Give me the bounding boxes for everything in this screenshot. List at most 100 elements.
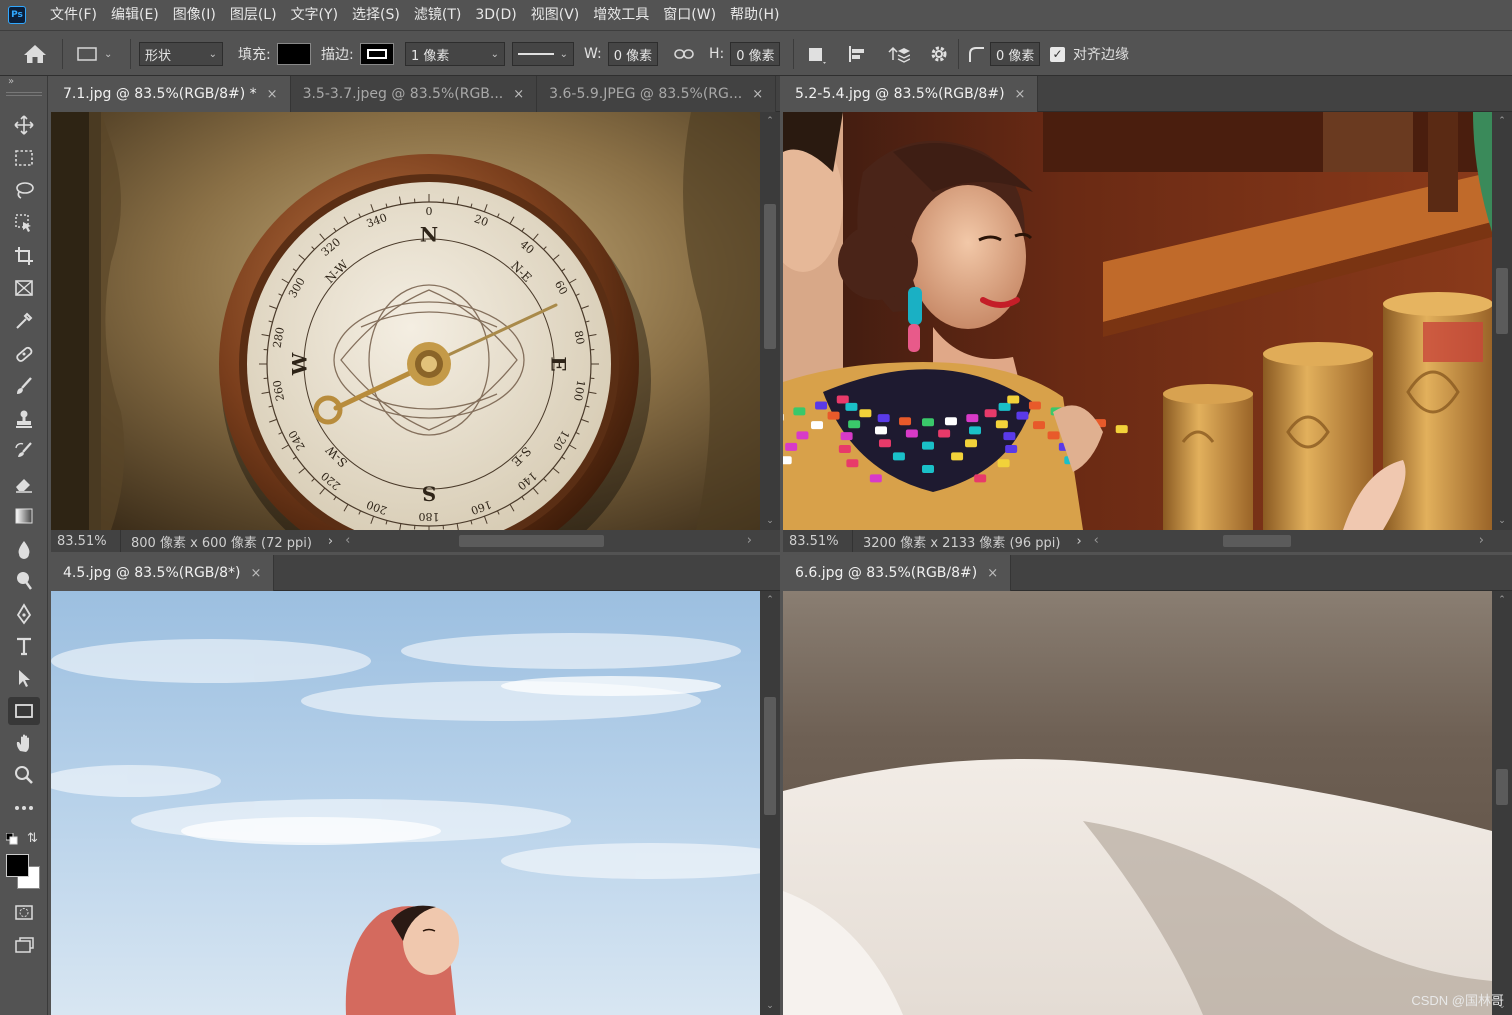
vertical-scrollbar[interactable]: ⌃ ⌄ xyxy=(1492,112,1512,530)
close-tab-icon[interactable]: × xyxy=(267,87,278,102)
zoom-tool[interactable] xyxy=(8,761,40,789)
width-field[interactable]: 0 像素 xyxy=(607,42,658,66)
document-tab[interactable]: 4.5.jpg @ 83.5%(RGB/8*) × xyxy=(51,555,275,591)
vertical-scrollbar[interactable]: ⌃ ⌄ xyxy=(760,112,780,530)
history-brush-tool[interactable] xyxy=(8,437,40,465)
crop-tool[interactable] xyxy=(8,242,40,270)
menu-item[interactable]: 选择(S) xyxy=(345,0,407,30)
close-tab-icon[interactable]: × xyxy=(752,87,763,102)
more-tool[interactable] xyxy=(8,794,40,822)
tab-bar: 4.5.jpg @ 83.5%(RGB/8*) × xyxy=(51,555,780,591)
gradient-tool[interactable] xyxy=(8,502,40,530)
shape-preset-picker[interactable]: ⌄ xyxy=(76,31,112,77)
stroke-type-select[interactable]: ⌄ xyxy=(512,42,574,66)
eraser-icon xyxy=(16,479,32,493)
zoom-level[interactable]: 83.51% xyxy=(783,530,853,552)
menu-item[interactable]: 编辑(E) xyxy=(104,0,166,30)
swap-colors-icon[interactable]: ⇅ xyxy=(27,831,38,846)
object-select-tool[interactable] xyxy=(8,209,40,237)
object-select-icon xyxy=(15,214,31,232)
document-tab[interactable]: 6.6.jpg @ 83.5%(RGB/8#) × xyxy=(783,555,1012,591)
scroll-right-icon[interactable]: › xyxy=(1479,533,1484,548)
eraser-tool[interactable] xyxy=(8,470,40,498)
height-label: H: xyxy=(709,46,725,62)
zoom-level[interactable]: 83.51% xyxy=(51,530,121,552)
type-tool[interactable] xyxy=(8,632,40,660)
image-canvas[interactable] xyxy=(51,591,760,1015)
align-edges-label: 对齐边缘 xyxy=(1073,47,1129,63)
toolbar-grip[interactable] xyxy=(6,92,42,96)
corner-radius-field[interactable]: 0 像素 xyxy=(990,42,1040,66)
expand-toolbar-icon[interactable]: » xyxy=(8,76,14,87)
menu-item[interactable]: 图层(L) xyxy=(223,0,284,30)
menu-item[interactable]: 帮助(H) xyxy=(723,0,786,30)
image-canvas[interactable] xyxy=(783,591,1492,1015)
document-tab[interactable]: 3.6-5.9.JPEG @ 83.5%(RG... × xyxy=(537,76,777,112)
compass-photo: 0204060801001201401601802002202402602803… xyxy=(51,112,760,530)
path-select-tool[interactable] xyxy=(8,664,40,692)
link-button[interactable] xyxy=(673,31,695,77)
path-alignment-button[interactable] xyxy=(846,31,868,77)
menu-item[interactable]: 3D(D) xyxy=(468,0,523,30)
rectangle-tool[interactable] xyxy=(8,697,40,725)
hand-tool[interactable] xyxy=(8,729,40,757)
chevron-right-icon[interactable]: › xyxy=(1070,534,1087,549)
height-field[interactable]: 0 像素 xyxy=(730,42,781,66)
frame-icon xyxy=(15,280,33,296)
fill-label: 填充: xyxy=(238,47,271,63)
brush-tool[interactable] xyxy=(8,372,40,400)
link-icon xyxy=(674,49,694,59)
close-tab-icon[interactable]: × xyxy=(250,566,261,581)
pen-tool[interactable] xyxy=(8,600,40,628)
home-button[interactable] xyxy=(22,31,48,77)
scroll-right-icon[interactable]: › xyxy=(747,533,752,548)
scroll-left-icon[interactable]: ‹ xyxy=(1094,533,1099,548)
settings-button[interactable] xyxy=(928,31,950,77)
default-colors-icon[interactable] xyxy=(5,832,18,849)
healing-tool[interactable] xyxy=(8,340,40,368)
menu-item[interactable]: 视图(V) xyxy=(524,0,587,30)
frame-tool[interactable] xyxy=(8,274,40,302)
document-panel-top-right: 5.2-5.4.jpg @ 83.5%(RGB/8#) × ⌃ ⌄ 83.51%… xyxy=(783,76,1512,552)
width-label: W: xyxy=(584,46,602,62)
chevron-right-icon[interactable]: › xyxy=(322,534,339,549)
close-tab-icon[interactable]: × xyxy=(987,566,998,581)
horizontal-scrollbar[interactable]: ‹ › xyxy=(339,530,780,552)
document-tab[interactable]: 7.1.jpg @ 83.5%(RGB/8#) * × xyxy=(51,76,291,112)
path-arrangement-button[interactable] xyxy=(886,31,910,77)
tool-mode-select[interactable]: 形状 ⌄ xyxy=(139,42,223,66)
vertical-scrollbar[interactable]: ⌃ ⌄ xyxy=(760,591,780,1015)
menu-item[interactable]: 文字(Y) xyxy=(284,0,345,30)
menu-item[interactable]: 窗口(W) xyxy=(656,0,723,30)
document-tab[interactable]: 3.5-3.7.jpeg @ 83.5%(RGB... × xyxy=(290,76,538,112)
eyedropper-tool[interactable] xyxy=(8,307,40,335)
stamp-tool[interactable] xyxy=(8,405,40,433)
lasso-tool[interactable] xyxy=(8,176,40,204)
screen-mode-button[interactable] xyxy=(8,931,40,959)
vertical-scrollbar[interactable]: ⌃ ⌄ xyxy=(1492,591,1512,1015)
image-canvas[interactable] xyxy=(783,112,1492,530)
stroke-swatch[interactable] xyxy=(359,43,394,65)
blur-tool[interactable] xyxy=(8,535,40,563)
fill-swatch[interactable] xyxy=(276,43,311,65)
horizontal-scrollbar[interactable]: ‹ › xyxy=(1088,530,1512,552)
menu-item[interactable]: 文件(F) xyxy=(43,0,104,30)
move-tool[interactable] xyxy=(8,111,40,139)
marquee-tool[interactable] xyxy=(8,144,40,172)
path-operations-button[interactable] xyxy=(806,31,828,77)
document-tab[interactable]: 5.2-5.4.jpg @ 83.5%(RGB/8#) × xyxy=(783,76,1039,112)
quick-mask-button[interactable] xyxy=(8,898,40,926)
dodge-tool[interactable] xyxy=(8,567,40,595)
align-edges-toggle[interactable]: ✓ 对齐边缘 xyxy=(1050,31,1129,77)
corner-radius-icon xyxy=(969,47,984,62)
scroll-left-icon[interactable]: ‹ xyxy=(345,533,350,548)
image-canvas[interactable]: 0 20 40 60 80 100 120 140 160 180 200 220 240 260 280 3… xyxy=(51,112,760,530)
stroke-width-field[interactable]: 1 像素 ⌄ xyxy=(405,42,505,66)
menu-item[interactable]: 滤镜(T) xyxy=(407,0,468,30)
foreground-color-swatch[interactable] xyxy=(6,854,29,877)
checkbox-checked-icon[interactable]: ✓ xyxy=(1050,46,1065,62)
menu-item[interactable]: 图像(I) xyxy=(166,0,223,30)
menu-item[interactable]: 增效工具 xyxy=(586,0,656,30)
close-tab-icon[interactable]: × xyxy=(1015,87,1026,102)
close-tab-icon[interactable]: × xyxy=(513,87,524,102)
